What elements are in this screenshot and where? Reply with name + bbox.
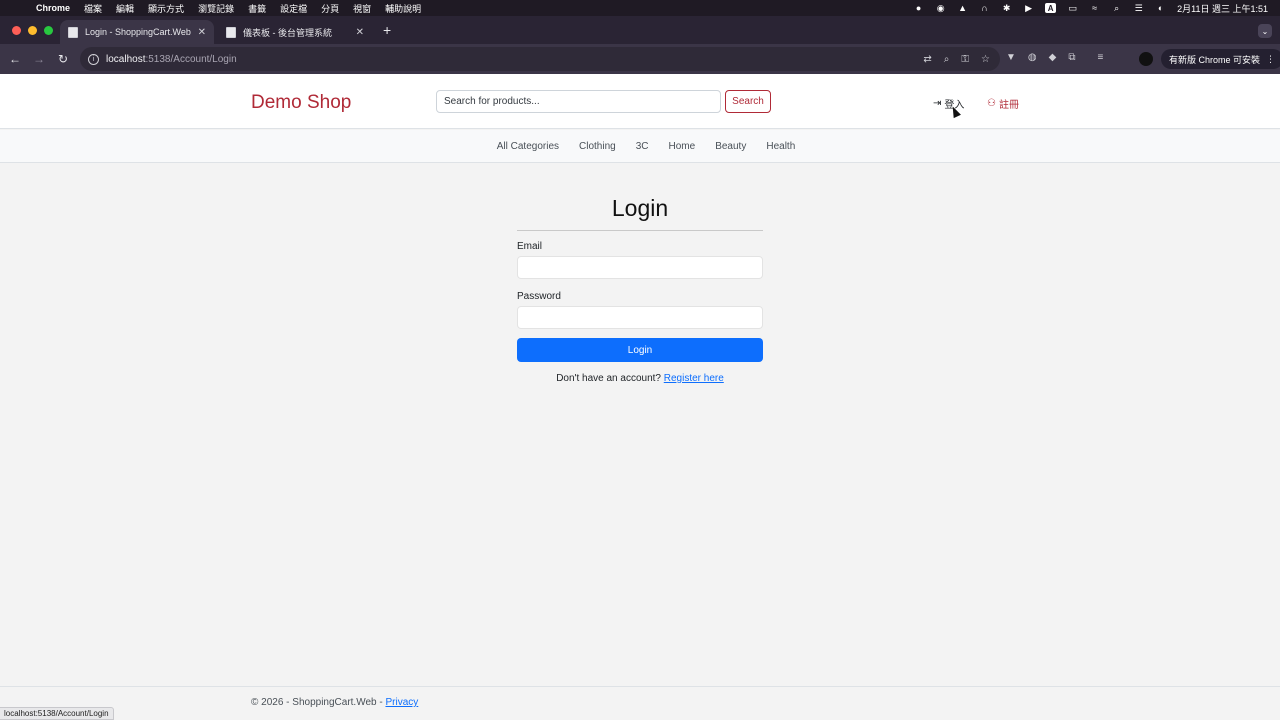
site-info-icon[interactable]: i [88, 53, 99, 65]
register-here-link[interactable]: Register here [664, 373, 724, 384]
search-input[interactable] [436, 90, 721, 113]
extensions-puzzle-icon[interactable]: ⧉ [1068, 52, 1075, 63]
wifi-icon[interactable]: ≈ [1089, 3, 1100, 13]
password-key-icon[interactable]: ⚿ [961, 54, 969, 65]
category-home[interactable]: Home [669, 141, 696, 152]
category-3c[interactable]: 3C [636, 141, 649, 152]
menu-edit[interactable]: 編輯 [109, 2, 141, 15]
password-label: Password [517, 291, 561, 302]
reading-list-icon[interactable]: ≡ [1097, 52, 1103, 63]
menu-window[interactable]: 視窗 [346, 2, 378, 15]
menu-view[interactable]: 顯示方式 [141, 2, 191, 15]
search-icon[interactable]: ⌕ [1111, 3, 1122, 13]
siri-icon[interactable]: ◐ [1155, 3, 1166, 13]
tab-login[interactable]: Login - ShoppingCart.Web ✕ [60, 20, 214, 44]
copyright-text: © 2026 - ShoppingCart.Web - [251, 697, 383, 708]
menu-app-name[interactable]: Chrome [34, 3, 77, 13]
sign-in-icon: ⇥ [933, 98, 942, 109]
person-add-icon: ⚇ [987, 98, 996, 109]
play-icon[interactable]: ▶ [1023, 3, 1034, 13]
login-form: Login Email Password Login Don't have an… [517, 195, 763, 384]
menu-bookmarks[interactable]: 書籤 [241, 2, 273, 15]
footer-text: © 2026 - ShoppingCart.Web - Privacy [251, 697, 418, 708]
tab-search-chevron-icon[interactable]: ⌄ [1258, 24, 1272, 38]
close-icon[interactable]: ✕ [356, 27, 364, 38]
register-link[interactable]: ⚇ 註冊 [987, 96, 1019, 111]
record-icon[interactable]: ● [913, 3, 924, 13]
tab-title: 儀表板 - 後台管理系統 [243, 27, 332, 38]
url-host: localhost [106, 53, 146, 65]
close-window-button[interactable] [12, 26, 21, 35]
menu-file[interactable]: 檔案 [77, 2, 109, 15]
category-nav: All Categories Clothing 3C Home Beauty H… [0, 130, 1280, 163]
update-chrome-button[interactable]: 有新版 Chrome 可安裝 ⋮ [1161, 49, 1280, 69]
menubar-status-area: ● ◉ ▲ ∩ ✱ ▶ A ▭ ≈ ⌕ ☰ ◐ 2月11日 週三 上午1:51 [913, 2, 1280, 15]
profile-avatar[interactable] [1139, 52, 1153, 66]
menu-tab[interactable]: 分頁 [314, 2, 346, 15]
menu-profiles[interactable]: 設定檔 [273, 2, 314, 15]
browser-toolbar: ← → ↻ i localhost:5138/Account/Login ⇄ ⌕… [0, 44, 1280, 74]
forward-arrow-icon[interactable]: → [27, 52, 51, 66]
email-label: Email [517, 241, 543, 252]
bookmark-star-icon[interactable]: ☆ [981, 54, 990, 65]
vue-devtools-icon[interactable]: ▼ [1006, 52, 1016, 63]
omnibox-actions: ⇄ ⌕ ⚿ ☆ [923, 54, 1000, 65]
extension-icons: ▼ ◍ ◆ ⧉ ≡ [1006, 52, 1103, 63]
web-page: Demo Shop Search ⇥ 登入 ⚇ 註冊 All Categorie… [0, 74, 1280, 720]
page-icon [68, 26, 78, 38]
more-menu-icon[interactable]: ⋮ [1266, 54, 1275, 65]
menu-help[interactable]: 輔助說明 [378, 2, 428, 15]
privacy-link[interactable]: Privacy [385, 697, 418, 708]
extension-icon[interactable]: ◍ [1028, 52, 1037, 63]
link-status-bubble: localhost:5138/Account/Login [0, 707, 114, 720]
category-health[interactable]: Health [766, 141, 795, 152]
macos-menu-bar: Chrome 檔案 編輯 顯示方式 瀏覽記錄 書籤 設定檔 分頁 視窗 輔助說明… [0, 0, 1280, 16]
login-submit-button[interactable]: Login [517, 338, 763, 362]
zoom-icon[interactable]: ⌕ [944, 54, 950, 65]
email-field[interactable] [517, 256, 763, 279]
battery-icon[interactable]: ▭ [1067, 3, 1078, 13]
reload-icon[interactable]: ↻ [51, 52, 75, 66]
update-chrome-label: 有新版 Chrome 可安裝 [1169, 54, 1261, 65]
docker-icon[interactable]: ▲ [957, 3, 968, 13]
register-prompt: Don't have an account? Register here [517, 373, 763, 384]
close-icon[interactable]: ✕ [198, 27, 206, 38]
menu-history[interactable]: 瀏覽記錄 [191, 2, 241, 15]
category-beauty[interactable]: Beauty [715, 141, 746, 152]
search-button[interactable]: Search [725, 90, 771, 113]
password-field[interactable] [517, 306, 763, 329]
menubar-clock[interactable]: 2月11日 週三 上午1:51 [1177, 2, 1268, 15]
translate-icon[interactable]: ⇄ [923, 54, 931, 65]
back-arrow-icon[interactable]: ← [3, 52, 27, 66]
bluetooth-icon[interactable]: ✱ [1001, 3, 1012, 13]
minimize-window-button[interactable] [28, 26, 37, 35]
url-path: :5138/Account/Login [145, 53, 237, 65]
category-clothing[interactable]: Clothing [579, 141, 616, 152]
site-footer: © 2026 - ShoppingCart.Web - Privacy [0, 686, 1280, 720]
page-icon [226, 26, 236, 38]
no-account-text: Don't have an account? [556, 373, 661, 384]
page-title: Login [517, 195, 763, 231]
register-link-label: 註冊 [998, 100, 1019, 111]
window-controls [12, 26, 53, 35]
tab-dashboard[interactable]: 儀表板 - 後台管理系統 ✕ [218, 20, 372, 44]
headphones-icon[interactable]: ∩ [979, 3, 990, 13]
category-all[interactable]: All Categories [497, 141, 559, 152]
tab-title: Login - ShoppingCart.Web [85, 27, 191, 37]
new-tab-button[interactable]: + [383, 22, 391, 38]
tab-strip: Login - ShoppingCart.Web ✕ 儀表板 - 後台管理系統 … [0, 16, 1280, 44]
brand-logo-link[interactable]: Demo Shop [251, 92, 351, 114]
extension-icon[interactable]: ◆ [1049, 52, 1057, 63]
control-center-icon[interactable]: ☰ [1133, 3, 1144, 13]
input-method-icon[interactable]: A [1045, 3, 1057, 13]
site-header: Demo Shop Search ⇥ 登入 ⚇ 註冊 [0, 74, 1280, 129]
maximize-window-button[interactable] [44, 26, 53, 35]
address-bar[interactable]: i localhost:5138/Account/Login ⇄ ⌕ ⚿ ☆ [80, 47, 1000, 71]
line-app-icon[interactable]: ◉ [935, 3, 946, 13]
